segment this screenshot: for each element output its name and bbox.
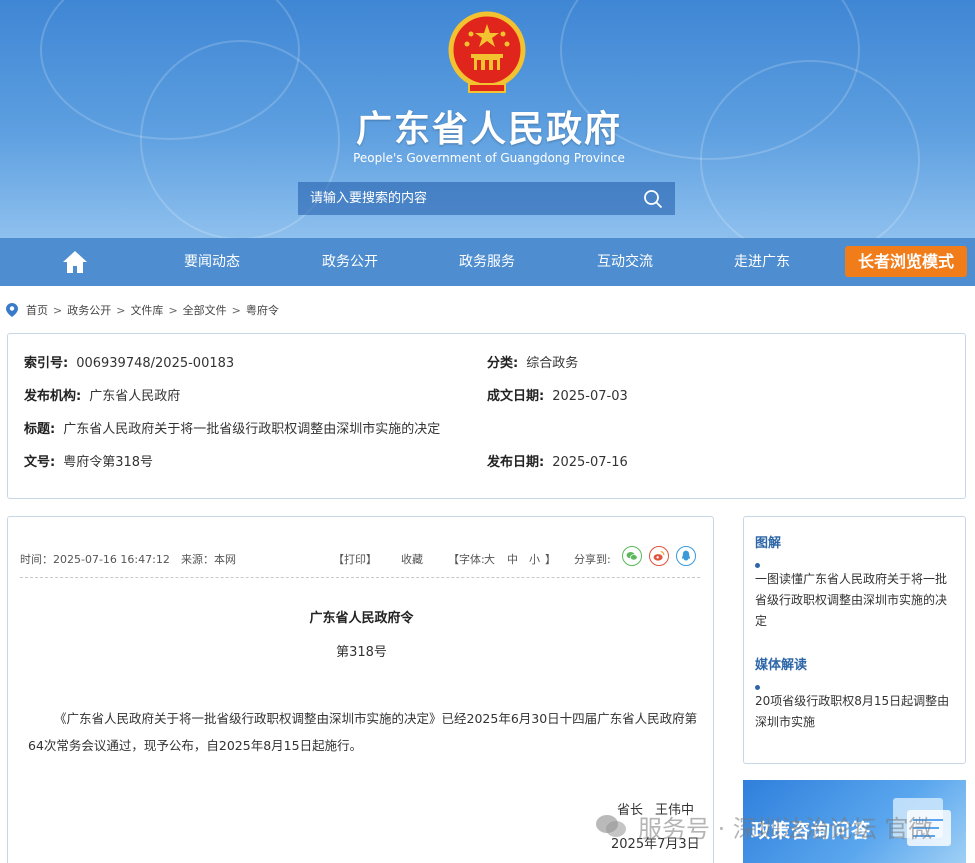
nav-item-news[interactable]: 要闻动态 (184, 238, 240, 286)
font-small-button[interactable]: 小 (529, 551, 540, 567)
publisher-label: 发布机构: (24, 389, 82, 404)
sidebar-section-infographic: 图解 (755, 536, 782, 551)
signer-name: 王伟中 (655, 803, 695, 818)
doc-no-label: 文号: (24, 455, 56, 470)
weibo-icon[interactable] (649, 546, 669, 566)
site-title: 广东省人民政府 (355, 109, 622, 150)
category-value: 综合政务 (526, 356, 579, 371)
doc-no-value: 粤府令第318号 (63, 455, 154, 470)
index-label: 索引号: (24, 356, 69, 371)
title-row: 标题: 广东省人民政府关于将一批省级行政职权调整由深圳市实施的决定 (24, 418, 440, 437)
sidebar-link-media[interactable]: 20项省级行政职权8月15日起调整由深圳市实施 (755, 691, 955, 733)
article-panel: 时间：2025-07-16 16:47:12 来源：本网 【打印】 收藏 【字体… (7, 516, 714, 863)
search-icon[interactable] (643, 189, 663, 209)
breadcrumb: 首页 > 政务公开 > 文件库 > 全部文件 > 粤府令 (6, 301, 279, 319)
document-illustration-icon (893, 798, 951, 846)
wechat-icon[interactable] (622, 546, 642, 566)
main-nav: 要闻动态 政务公开 政务服务 互动交流 走进广东 (0, 238, 975, 286)
title-label: 标题: (24, 422, 56, 437)
written-date-value: 2025-07-03 (552, 389, 628, 404)
national-emblem-icon (448, 11, 526, 93)
doc-no-row: 文号: 粤府令第318号 (24, 451, 153, 470)
publish-date-label: 发布日期: (487, 455, 545, 470)
breadcrumb-gov-affairs[interactable]: 政务公开 (67, 302, 111, 318)
share-label: 分享到: (574, 553, 611, 566)
nav-item-gov-affairs[interactable]: 政务公开 (322, 238, 378, 286)
index-row: 索引号: 006939748/2025-00183 (24, 352, 234, 371)
publisher-value: 广东省人民政府 (89, 389, 181, 404)
font-size-close: 】 (545, 553, 556, 566)
article-time: 时间：2025-07-16 16:47:12 (20, 553, 170, 566)
index-value: 006939748/2025-00183 (76, 356, 235, 371)
breadcrumb-file-library[interactable]: 文件库 (130, 302, 163, 318)
document-title: 广东省人民政府令 (309, 611, 414, 626)
favorite-button[interactable]: 收藏 (401, 551, 423, 567)
breadcrumb-decree[interactable]: 粤府令 (246, 302, 279, 318)
meta-divider (20, 577, 700, 578)
search-bar (298, 182, 675, 215)
home-icon[interactable] (62, 250, 88, 274)
sidebar-link-infographic[interactable]: 一图读懂广东省人民政府关于将一批省级行政职权调整由深圳市实施的决定 (755, 569, 955, 632)
elder-mode-button[interactable]: 长者浏览模式 (845, 246, 967, 277)
print-button[interactable]: 【打印】 (333, 551, 377, 567)
article-body: 《广东省人民政府关于将一批省级行政职权调整由深圳市实施的决定》已经2025年6月… (28, 711, 698, 753)
bullet-dot (755, 685, 760, 690)
article-source: 来源：本网 (181, 553, 236, 566)
chevron-right-icon: > (168, 303, 178, 317)
location-pin-icon (6, 303, 18, 317)
chevron-right-icon: > (53, 303, 63, 317)
site-subtitle: People's Government of Guangdong Provinc… (353, 151, 625, 165)
title-value: 广东省人民政府关于将一批省级行政职权调整由深圳市实施的决定 (63, 422, 441, 437)
policy-qa-banner[interactable]: 政策咨询问答 (743, 780, 966, 863)
signer-title: 省长 (617, 803, 644, 818)
sign-date: 2025年7月3日 (611, 837, 700, 852)
publish-date-row: 发布日期: 2025-07-16 (487, 451, 628, 470)
category-row: 分类: 综合政务 (487, 352, 578, 371)
document-info-box: 索引号: 006939748/2025-00183 分类: 综合政务 发布机构: 广东… (7, 333, 966, 499)
written-date-label: 成文日期: (487, 389, 545, 404)
publisher-row: 发布机构: 广东省人民政府 (24, 385, 180, 404)
qq-icon[interactable] (676, 546, 696, 566)
category-label: 分类: (487, 356, 519, 371)
publish-date-value: 2025-07-16 (552, 455, 628, 470)
chevron-right-icon: > (231, 303, 241, 317)
nav-item-about-guangdong[interactable]: 走进广东 (734, 238, 790, 286)
sidebar-panel: 图解 一图读懂广东省人民政府关于将一批省级行政职权调整由深圳市实施的决定 媒体解… (743, 516, 966, 764)
breadcrumb-all-files[interactable]: 全部文件 (183, 302, 227, 318)
policy-qa-text: 政策咨询问答 (751, 820, 872, 842)
sidebar-section-media: 媒体解读 (755, 658, 808, 673)
search-input[interactable] (298, 191, 628, 206)
chevron-right-icon: > (116, 303, 126, 317)
nav-item-interaction[interactable]: 互动交流 (597, 238, 653, 286)
font-large-button[interactable]: 大 (484, 551, 495, 567)
nav-item-gov-services[interactable]: 政务服务 (459, 238, 515, 286)
written-date-row: 成文日期: 2025-07-03 (487, 385, 628, 404)
font-size-open: 【字体: (448, 553, 485, 566)
font-medium-button[interactable]: 中 (507, 551, 518, 567)
document-number: 第318号 (336, 645, 387, 660)
breadcrumb-home[interactable]: 首页 (26, 302, 48, 318)
bullet-dot (755, 563, 760, 568)
header-banner: 广东省人民政府 People's Government of Guangdong… (0, 0, 975, 238)
